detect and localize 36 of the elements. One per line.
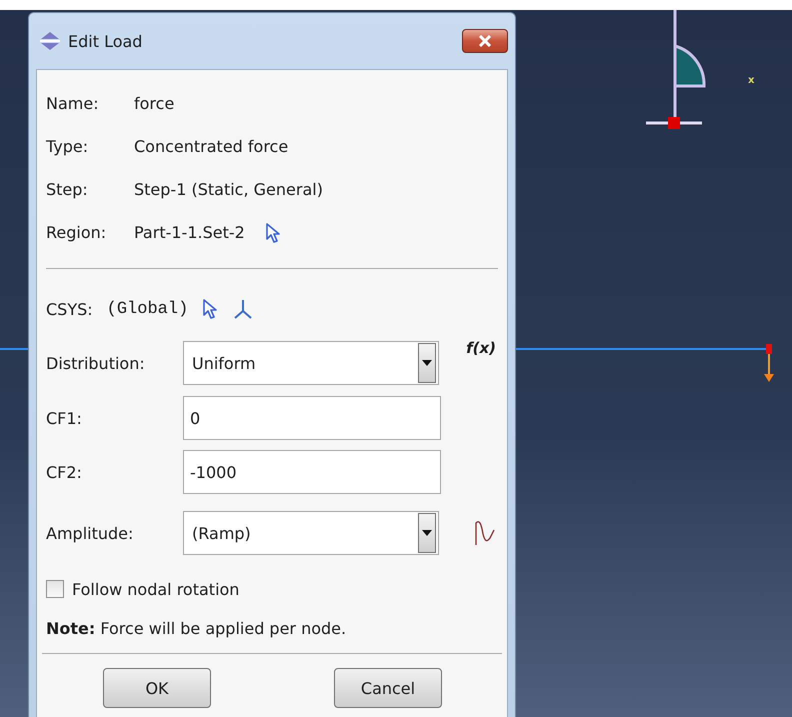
field-value: Step-1 (Static, General) xyxy=(134,180,323,199)
distribution-label: Distribution: xyxy=(46,354,146,372)
pick-cursor-icon[interactable] xyxy=(202,299,218,319)
field-label: Type: xyxy=(46,137,90,156)
field-label: CF1: xyxy=(46,408,83,428)
csys-label: CSYS: xyxy=(46,300,93,318)
force-arrow-icon xyxy=(764,344,774,382)
amplitude-dropdown[interactable]: (Ramp) xyxy=(183,511,439,555)
input-field[interactable]: 0 xyxy=(183,396,441,440)
checkbox[interactable] xyxy=(46,580,64,598)
load-app-icon xyxy=(38,31,62,51)
field-value: Part-1-1.Set-2 xyxy=(134,223,245,242)
field-label: Region: xyxy=(46,223,108,242)
dropdown-arrow-icon xyxy=(422,530,432,536)
pick-cursor-icon[interactable] xyxy=(264,222,281,242)
function-button[interactable]: f(x) xyxy=(466,339,496,357)
dropdown-arrow-icon xyxy=(422,360,432,366)
close-button[interactable] xyxy=(462,29,508,53)
field-label: Step: xyxy=(46,180,89,199)
cancel-button[interactable]: Cancel xyxy=(334,668,442,708)
close-icon xyxy=(478,35,492,47)
distribution-dropdown[interactable]: Uniform xyxy=(183,341,439,385)
csys-value: (Global) xyxy=(106,300,188,318)
window-title: Edit Load xyxy=(68,32,142,50)
field-value: force xyxy=(134,94,174,113)
note-text: Note: Force will be applied per node. xyxy=(46,618,348,640)
checkbox-label: Follow nodal rotation xyxy=(72,580,240,598)
field-label: Name: xyxy=(46,94,100,113)
amplitude-curve-icon[interactable] xyxy=(474,520,496,546)
amplitude-label: Amplitude: xyxy=(46,524,134,542)
field-label: CF2: xyxy=(46,462,83,482)
input-field[interactable]: -1000 xyxy=(183,450,441,494)
ok-button[interactable]: OK xyxy=(103,668,211,708)
axis-label: x xyxy=(748,75,754,86)
coordinate-triad-icon[interactable] xyxy=(232,298,254,320)
field-value: Concentrated force xyxy=(134,137,288,156)
